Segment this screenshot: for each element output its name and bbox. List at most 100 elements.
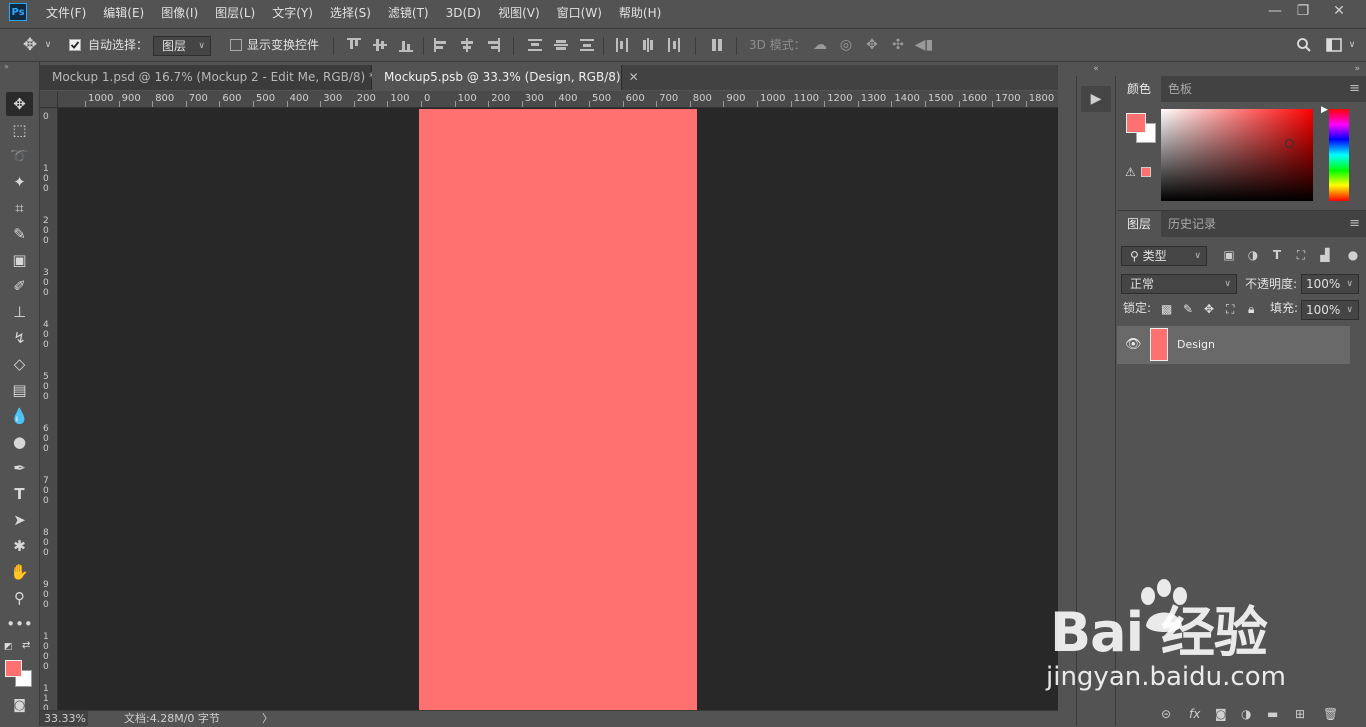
filter-pixel-icon[interactable]: ▣ [1221,247,1237,263]
filter-shape-icon[interactable]: ⛶ [1293,247,1309,263]
align-bottom-icon[interactable] [399,38,413,52]
menu-image[interactable]: 图像(I) [161,0,198,26]
tab-layers[interactable]: 图层 [1117,211,1162,237]
align-right-icon[interactable] [486,38,500,52]
folder-icon[interactable]: ▬ [1267,707,1278,721]
workspace-icon[interactable] [1324,29,1344,64]
3d-slide-icon[interactable]: ✣ [888,29,908,61]
opacity-field[interactable]: 100% ∨ [1301,274,1359,294]
show-transform-checkbox[interactable] [230,39,242,51]
panel-menu-icon[interactable]: ≡ [1349,211,1360,237]
play-icon[interactable]: ▶ [1081,86,1111,112]
filter-type-icon[interactable]: T [1269,247,1285,263]
default-colors-icon[interactable]: ◩ [4,642,13,652]
lasso-tool-icon[interactable]: ➰ [6,144,33,168]
menu-edit[interactable]: 编辑(E) [103,0,144,26]
pen-tool-icon[interactable]: ✒ [6,456,33,480]
collapse-icon[interactable]: « [1076,62,1116,76]
3d-pan-icon[interactable]: ✥ [862,29,882,61]
distribute-bottom-icon[interactable] [580,38,594,52]
clone-stamp-tool-icon[interactable]: ⊥ [6,300,33,324]
status-menu-arrow-icon[interactable]: 〉 [262,711,273,726]
distribute-right-icon[interactable] [667,38,681,52]
marquee-tool-icon[interactable]: ⬚ [6,118,33,142]
menu-type[interactable]: 文字(Y) [272,0,313,26]
align-left-icon[interactable] [434,38,448,52]
3d-rotate-icon[interactable]: ☁ [810,29,830,61]
vertical-ruler[interactable]: 0 100 200 300 400 500 600 700 800 900 1000 1100 [40,108,58,710]
color-saturation-field[interactable] [1161,109,1313,201]
layer-row[interactable]: 👁︎ Design [1117,326,1350,364]
link-layers-icon[interactable]: ⊝ [1161,707,1171,721]
history-brush-tool-icon[interactable]: ↯ [6,326,33,350]
brush-tool-icon[interactable]: ✐ [6,274,33,298]
close-button[interactable]: ✕ [1322,0,1356,22]
chevron-down-icon[interactable]: ∨ [1346,29,1358,61]
eraser-tool-icon[interactable]: ◇ [6,352,33,376]
lock-transparent-icon[interactable]: ▩ [1161,302,1172,316]
canvas-area[interactable] [58,108,1058,710]
tab-mockup-5[interactable]: Mockup5.psb @ 33.3% (Design, RGB/8) ✕ [372,65,639,90]
restore-button[interactable]: ❐ [1286,0,1320,22]
filter-adjustment-icon[interactable]: ◑ [1245,247,1261,263]
layer-thumbnail[interactable] [1150,328,1168,361]
menu-select[interactable]: 选择(S) [330,0,371,26]
fill-field[interactable]: 100% ∨ [1301,300,1359,320]
eye-icon[interactable]: 👁︎ [1125,337,1142,352]
lock-all-icon[interactable]: 🔒︎ [1248,302,1254,317]
fx-icon[interactable]: fx [1189,707,1200,721]
zoom-level-field[interactable]: 33.33% [40,711,88,726]
gamut-color-swatch[interactable] [1141,167,1151,177]
search-icon[interactable] [1294,29,1314,65]
close-icon[interactable]: ✕ [629,70,639,84]
hue-slider-arrow-icon[interactable]: ▶ [1321,105,1328,115]
distribute-horizontal-center-icon[interactable] [641,38,655,52]
auto-select-target-dropdown[interactable]: 图层 ∨ [153,36,211,56]
collapse-icon[interactable]: » [1117,62,1366,76]
hand-tool-icon[interactable]: ✋ [6,560,33,584]
lock-position-icon[interactable]: ✥ [1204,302,1214,316]
align-vertical-center-icon[interactable] [373,38,387,52]
move-tool-icon[interactable]: ✥ [20,29,40,61]
path-selection-tool-icon[interactable]: ➤ [6,508,33,532]
distribute-left-icon[interactable] [615,38,629,52]
new-layer-icon[interactable]: ⊞ [1295,707,1305,721]
auto-select-checkbox[interactable] [69,39,81,51]
layer-name[interactable]: Design [1177,326,1215,364]
magic-wand-tool-icon[interactable]: ✦ [6,170,33,194]
gamut-warning-icon[interactable]: ⚠ [1125,165,1136,179]
menu-3d[interactable]: 3D(D) [446,0,481,26]
lock-artboard-icon[interactable]: ⛶ [1226,302,1234,317]
distribute-vertical-center-icon[interactable] [554,38,568,52]
dodge-tool-icon[interactable]: ● [6,430,33,454]
color-picker-cursor[interactable] [1285,139,1294,148]
type-tool-icon[interactable]: T [6,482,33,506]
eyedropper-tool-icon[interactable]: ✎ [6,222,33,246]
chevron-down-icon[interactable]: ∨ [42,29,54,61]
align-horizontal-center-icon[interactable] [460,38,474,52]
lock-image-icon[interactable]: ✎ [1183,302,1193,316]
tab-mockup-1[interactable]: Mockup 1.psd @ 16.7% (Mockup 2 - Edit Me… [40,65,393,90]
trash-icon[interactable]: 🗑︎ [1323,707,1338,721]
panel-menu-icon[interactable]: ≡ [1349,76,1360,102]
ruler-corner[interactable] [40,91,58,108]
design-layer-canvas[interactable] [419,109,697,710]
align-top-icon[interactable] [347,38,361,52]
filter-smart-object-icon[interactable]: ▟ [1317,247,1333,263]
blend-mode-dropdown[interactable]: 正常 ∨ [1121,274,1237,294]
collapse-icon[interactable]: » [4,62,9,71]
more-tools-icon[interactable]: ••• [6,612,33,636]
adjustment-layer-icon[interactable]: ◑ [1241,707,1251,721]
layer-filter-dropdown[interactable]: ⚲ 类型 ∨ [1121,246,1207,266]
custom-shape-tool-icon[interactable]: ✱ [6,534,33,558]
3d-roll-icon[interactable]: ◎ [836,29,856,61]
menu-help[interactable]: 帮助(H) [619,0,661,26]
blur-tool-icon[interactable]: 💧 [6,404,33,428]
menu-filter[interactable]: 滤镜(T) [388,0,429,26]
menu-layer[interactable]: 图层(L) [215,0,255,26]
distribute-top-icon[interactable] [528,38,542,52]
tab-swatches[interactable]: 色板 [1158,76,1202,102]
menu-file[interactable]: 文件(F) [46,0,86,26]
foreground-color-swatch[interactable] [5,660,22,677]
horizontal-ruler[interactable]: 1000 900 800 700 600 500 400 300 200 100 0 100 200 30… [58,91,1058,108]
